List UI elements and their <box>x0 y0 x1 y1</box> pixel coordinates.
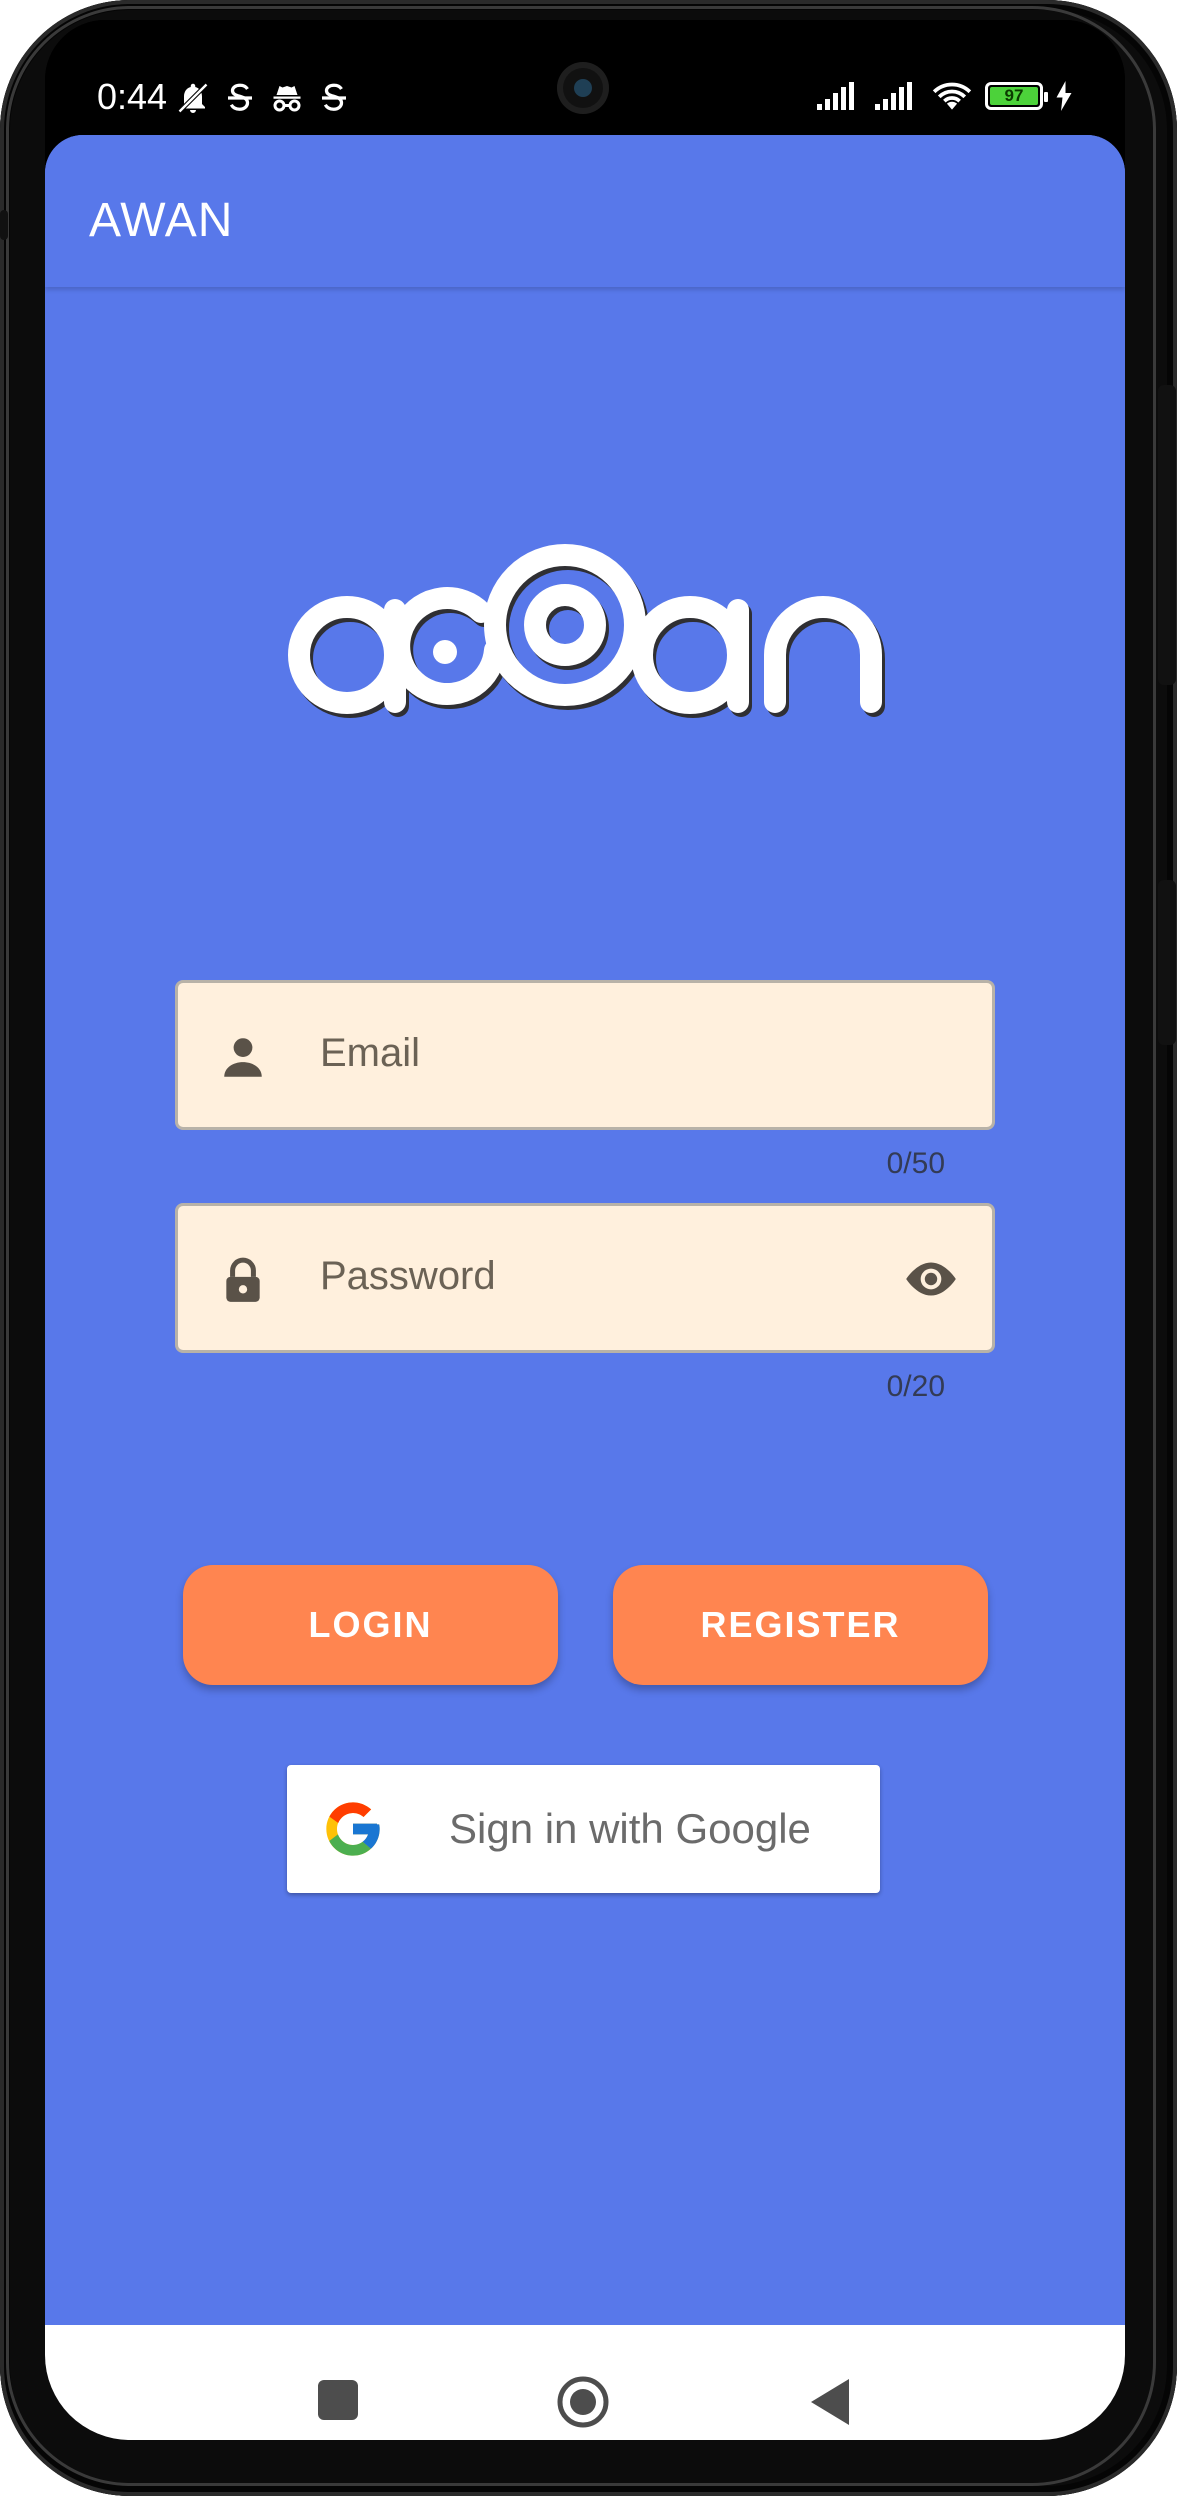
google-sign-in-label: Sign in with Google <box>449 1805 811 1852</box>
volume-button <box>1158 385 1176 685</box>
navigation-bar <box>45 2325 1125 2440</box>
eye-icon[interactable] <box>900 1254 962 1304</box>
charging-icon <box>1056 81 1072 111</box>
register-button[interactable]: REGISTER <box>613 1565 988 1685</box>
home-icon[interactable] <box>556 2375 610 2429</box>
password-placeholder: Password <box>320 1254 496 1298</box>
power-button <box>1158 880 1176 1045</box>
password-field[interactable]: Password <box>175 1203 995 1353</box>
back-icon[interactable] <box>807 2375 853 2429</box>
status-icons-left <box>175 78 349 118</box>
battery-level: 97 <box>1004 86 1024 105</box>
phone-frame: 0:44 97 AWAN Email 0/50 Password 0/20 LO… <box>0 0 1177 2496</box>
signal-icon <box>875 82 912 110</box>
recents-icon[interactable] <box>318 2380 358 2420</box>
status-bar: 0:44 97 <box>45 20 1125 135</box>
email-placeholder: Email <box>320 1031 421 1075</box>
awan-logo <box>288 544 885 718</box>
status-time: 0:44 <box>97 76 168 117</box>
google-sign-in-button[interactable]: Sign in with Google <box>287 1765 880 1893</box>
screen: 0:44 97 AWAN Email 0/50 Password 0/20 LO… <box>45 20 1125 2440</box>
notifications-off-icon <box>177 82 209 114</box>
wifi-icon <box>932 82 972 110</box>
login-button[interactable]: LOGIN <box>183 1565 558 1685</box>
password-counter: 0/20 <box>886 1370 945 1403</box>
strikethrough-s-icon <box>322 83 346 111</box>
signal-icon <box>817 82 854 110</box>
person-icon <box>224 1038 262 1077</box>
email-counter: 0/50 <box>886 1147 945 1180</box>
battery-icon: 97 <box>985 82 1048 110</box>
incognito-icon <box>273 86 301 112</box>
strikethrough-s-icon <box>228 83 252 111</box>
email-field[interactable]: Email <box>175 980 995 1130</box>
lock-icon <box>226 1257 260 1302</box>
front-camera <box>557 62 609 114</box>
google-icon <box>326 1802 380 1856</box>
side-notch <box>0 210 8 240</box>
app-bar: AWAN <box>45 135 1125 287</box>
app-title: AWAN <box>89 194 234 247</box>
status-icons-right: 97 <box>815 76 1073 116</box>
app-content: AWAN Email 0/50 Password 0/20 LOGIN REGI… <box>45 135 1125 2325</box>
